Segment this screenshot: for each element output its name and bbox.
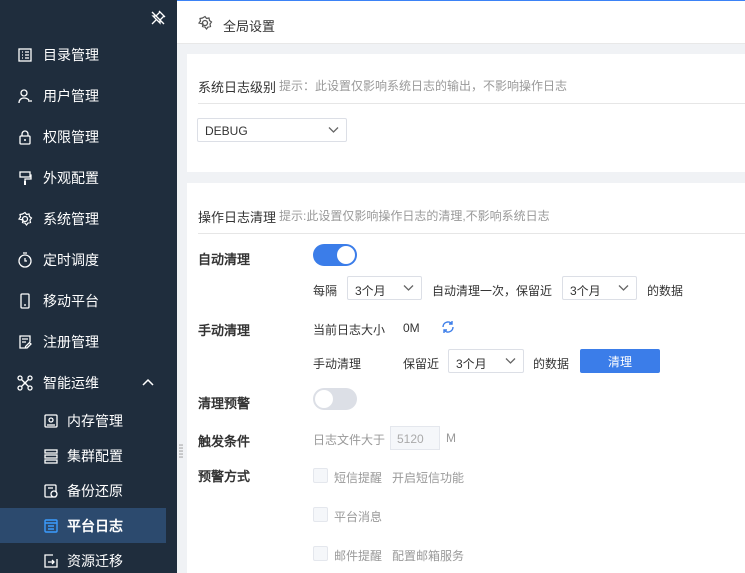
page-header: 全局设置 (177, 0, 745, 44)
sidebar-item-label: 权限管理 (43, 128, 99, 145)
log-size-value: 0M (403, 321, 420, 335)
divider (198, 103, 745, 104)
migrate-icon (44, 553, 58, 568)
sidebar-item-system[interactable]: 系统管理 (0, 198, 177, 239)
chevron-down-icon (618, 285, 629, 291)
platform-msg-label: 平台消息 (334, 510, 383, 524)
register-icon (19, 334, 32, 349)
syslog-hint: 提示：此设置仅影响系统日志的输出，不影响操作日志 (279, 79, 568, 93)
backup-icon (44, 483, 58, 498)
oplog-card: 操作日志清理 提示:此设置仅影响操作日志的清理,不影响系统日志 (187, 183, 745, 573)
email-setup-link[interactable]: 配置邮箱服务 (392, 547, 464, 564)
sidebar-subitem-memory[interactable]: 内存管理 (0, 403, 177, 438)
sidebar-subitem-label: 集群配置 (67, 447, 123, 464)
log-icon (44, 518, 58, 533)
sidebar: 目录管理 用户管理 权限管理 外观配置 系统管理 定时调度 移动平台 注册管理 … (0, 0, 177, 573)
sidebar-item-label: 注册管理 (43, 333, 99, 350)
platform-msg-checkbox[interactable] (313, 507, 328, 522)
sidebar-subitem-platform-log[interactable]: 平台日志 (0, 508, 166, 543)
paint-icon (19, 170, 32, 185)
nodes-icon (17, 374, 33, 391)
trigger-unit: M (446, 431, 456, 445)
sidebar-item-ops[interactable]: 智能运维 (0, 362, 177, 403)
manual-suffix: 的数据 (533, 357, 570, 371)
sidebar-item-appearance[interactable]: 外观配置 (0, 157, 177, 198)
sidebar-subitem-label: 资源迁移 (67, 552, 123, 569)
trigger-size-input[interactable]: 5120 (390, 426, 440, 450)
sidebar-header (0, 0, 177, 36)
syslog-title: 系统日志级别 (198, 80, 277, 95)
chevron-down-icon (328, 127, 339, 133)
user-icon (18, 88, 32, 103)
list-icon (18, 47, 32, 62)
sms-checkbox[interactable] (313, 468, 328, 483)
sidebar-item-label: 移动平台 (43, 292, 99, 309)
mobile-icon (20, 292, 30, 309)
lock-icon (19, 129, 31, 145)
sidebar-item-register[interactable]: 注册管理 (0, 321, 177, 362)
oplog-hint: 提示:此设置仅影响操作日志的清理,不影响系统日志 (279, 209, 550, 223)
trigger-text: 日志文件大于 (313, 433, 386, 447)
sidebar-subitem-label: 平台日志 (67, 517, 123, 534)
every-label: 每隔 (313, 284, 338, 298)
sidebar-item-label: 目录管理 (43, 46, 99, 63)
warning-label: 清理预警 (198, 396, 251, 411)
gear-icon (17, 211, 33, 226)
auto-keep-select[interactable]: 3个月 (562, 276, 637, 300)
sidebar-item-label: 系统管理 (43, 210, 99, 227)
gear-icon (197, 15, 213, 30)
sms-label: 短信提醒 (334, 471, 383, 485)
sidebar-item-schedule[interactable]: 定时调度 (0, 239, 177, 280)
auto-interval-select[interactable]: 3个月 (347, 276, 422, 300)
log-level-select[interactable]: DEBUG (197, 118, 347, 142)
warning-toggle[interactable] (313, 388, 357, 410)
chevron-down-icon (403, 285, 414, 291)
auto-mid-text: 自动清理一次，保留近 (432, 284, 553, 298)
oplog-title: 操作日志清理 (198, 210, 277, 225)
server-icon (44, 448, 58, 464)
refresh-icon[interactable] (441, 320, 455, 334)
sidebar-item-label: 用户管理 (43, 87, 99, 104)
auto-clean-toggle[interactable] (313, 244, 357, 266)
email-label: 邮件提醒 (334, 549, 383, 563)
syslog-card: 系统日志级别 提示：此设置仅影响系统日志的输出，不影响操作日志 DEBUG (187, 54, 745, 172)
sidebar-item-label: 智能运维 (43, 374, 99, 391)
log-size-label: 当前日志大小 (313, 323, 386, 337)
sidebar-subitem-label: 内存管理 (67, 412, 123, 429)
chevron-up-icon[interactable] (141, 376, 155, 390)
sidebar-subitem-label: 备份还原 (67, 482, 123, 499)
sidebar-subitem-migrate[interactable]: 资源迁移 (0, 543, 177, 573)
sidebar-item-label: 外观配置 (43, 169, 99, 186)
manual-clean-label: 手动清理 (198, 323, 251, 338)
sidebar-item-mobile[interactable]: 移动平台 (0, 280, 177, 321)
email-checkbox[interactable] (313, 546, 328, 561)
chevron-down-icon (505, 358, 516, 364)
auto-clean-label: 自动清理 (198, 252, 251, 267)
sidebar-subitem-cluster[interactable]: 集群配置 (0, 438, 177, 473)
manual-action-label: 手动清理 (313, 357, 362, 371)
manual-keep-label: 保留近 (403, 357, 440, 371)
manual-keep-select[interactable]: 3个月 (448, 349, 524, 373)
trigger-label: 触发条件 (198, 434, 251, 449)
memory-icon (44, 413, 58, 428)
resize-handle[interactable] (179, 444, 183, 458)
clean-button[interactable]: 清理 (580, 349, 660, 373)
sidebar-item-catalog[interactable]: 目录管理 (0, 34, 177, 75)
sidebar-subitem-backup[interactable]: 备份还原 (0, 473, 177, 508)
unpin-icon[interactable] (150, 10, 166, 26)
sidebar-item-users[interactable]: 用户管理 (0, 75, 177, 116)
sms-setup-link[interactable]: 开启短信功能 (392, 469, 464, 486)
clock-icon (18, 251, 32, 268)
sidebar-item-label: 定时调度 (43, 251, 99, 268)
divider (198, 233, 745, 234)
sidebar-item-permissions[interactable]: 权限管理 (0, 116, 177, 157)
page-title: 全局设置 (223, 19, 276, 34)
method-label: 预警方式 (198, 469, 251, 484)
auto-suffix: 的数据 (647, 284, 684, 298)
